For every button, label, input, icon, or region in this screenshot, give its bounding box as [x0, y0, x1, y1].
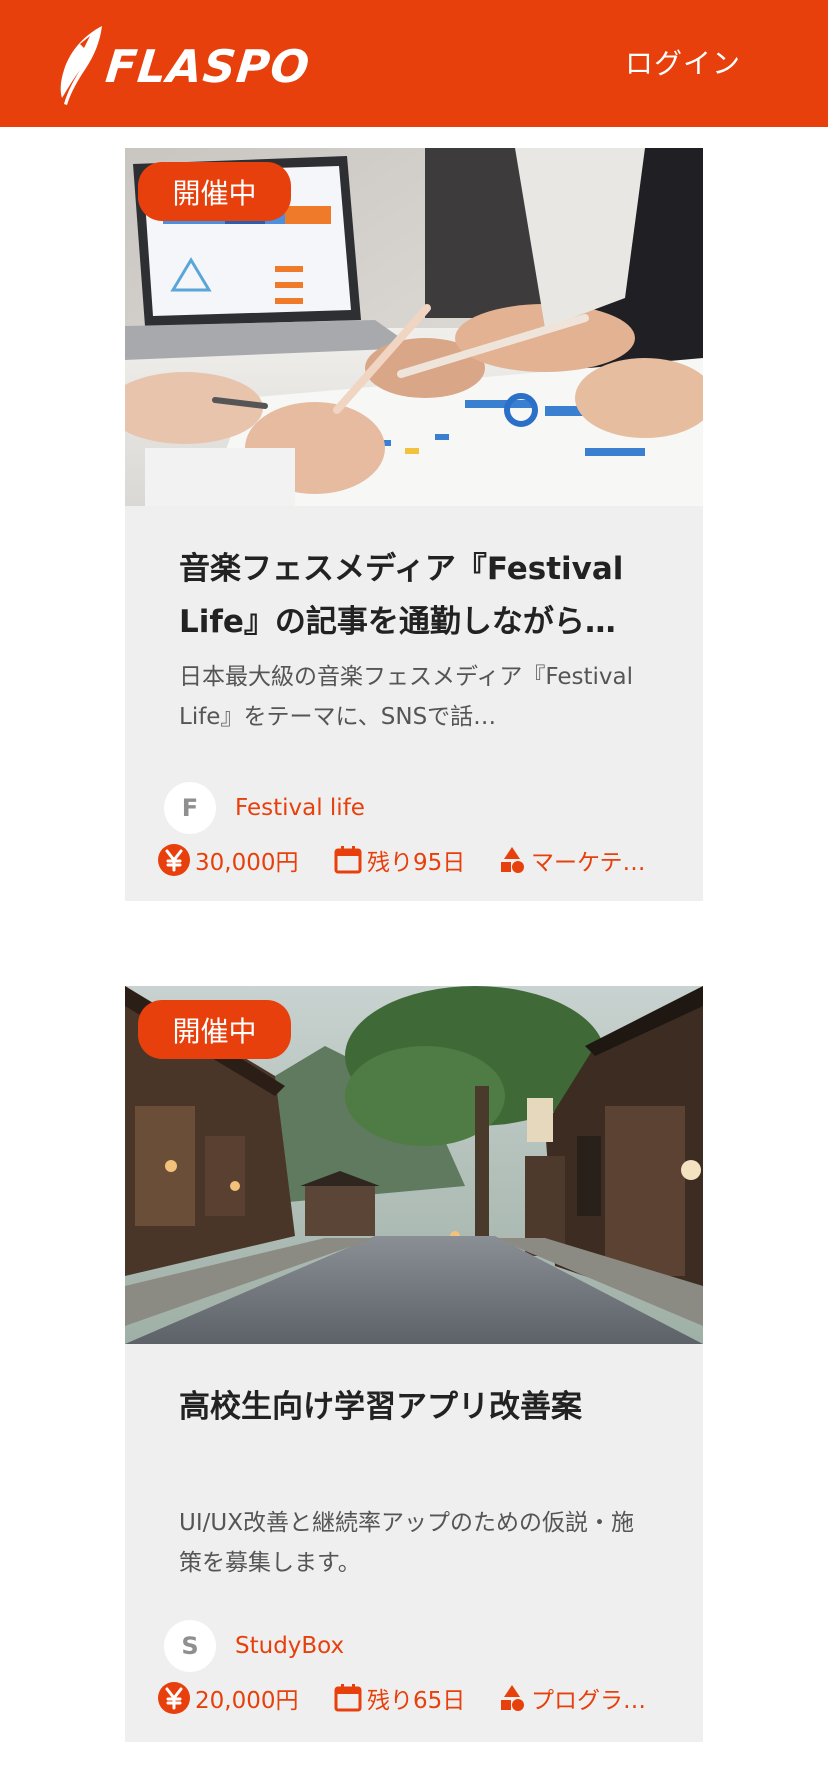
card-description: UI/UX改善と継続率アップのための仮説・施策を募集します。 — [179, 1510, 634, 1576]
avatar: S — [164, 1620, 216, 1672]
avatar: F — [164, 782, 216, 834]
prize-info: 20,000円 — [157, 1681, 333, 1715]
category-info: マーケテ… — [497, 843, 667, 877]
logo-text: FLASPO — [103, 39, 313, 93]
prize-amount: 30,000円 — [195, 850, 299, 876]
status-badge: 開催中 — [138, 162, 291, 221]
card-meta: 30,000円 残り95日 マーケテ… — [157, 840, 667, 880]
category-label: マーケテ… — [531, 850, 646, 876]
contest-card[interactable]: 開催中 高校生向け学習アプリ改善案 UI/UX改善と継続率アップのための仮説・施… — [125, 986, 703, 1742]
organizer-name[interactable]: StudyBox — [235, 1633, 344, 1659]
calendar-icon — [334, 846, 362, 874]
contest-card[interactable]: 開催中 音楽フェスメディア『Festival Life』の記事を通勤しながら… … — [125, 148, 703, 901]
flaspo-logo[interactable]: FLASPO — [50, 24, 313, 108]
organizer[interactable]: F Festival life — [164, 782, 365, 834]
organizer-name[interactable]: Festival life — [235, 795, 365, 821]
yen-circle-icon — [158, 844, 190, 876]
feather-logo-icon — [60, 26, 102, 105]
organizer[interactable]: S StudyBox — [164, 1620, 344, 1672]
days-left: 残り65日 — [367, 1688, 466, 1714]
prize-amount: 20,000円 — [195, 1688, 299, 1714]
card-meta: 20,000円 残り65日 プログラ… — [157, 1678, 667, 1718]
shapes-icon — [501, 847, 524, 873]
yen-circle-icon — [158, 1682, 190, 1714]
card-title[interactable]: 高校生向け学習アプリ改善案 — [179, 1381, 669, 1434]
prize-info: 30,000円 — [157, 843, 333, 877]
login-button[interactable]: ログイン — [625, 42, 741, 82]
card-description: 日本最大級の音楽フェスメディア『Festival Life』をテーマに、SNSで… — [179, 664, 633, 730]
category-info: プログラ… — [497, 1681, 667, 1715]
calendar-icon — [334, 1684, 362, 1712]
status-badge: 開催中 — [138, 1000, 291, 1059]
app-header: FLASPO ログイン — [0, 0, 828, 127]
card-title[interactable]: 音楽フェスメディア『Festival Life』の記事を通勤しながら… — [179, 543, 669, 649]
deadline-info: 残り95日 — [333, 843, 497, 877]
category-label: プログラ… — [531, 1688, 646, 1714]
days-left: 残り95日 — [367, 850, 466, 876]
shapes-icon — [501, 1685, 524, 1711]
deadline-info: 残り65日 — [333, 1681, 497, 1715]
